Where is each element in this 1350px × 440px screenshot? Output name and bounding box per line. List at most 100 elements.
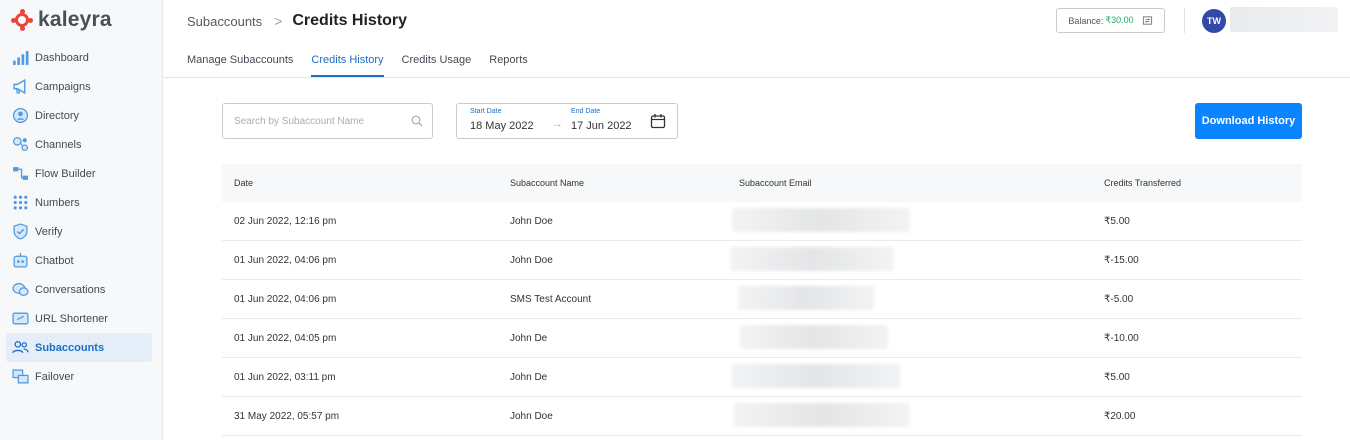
start-date-label: Start Date [470, 108, 502, 115]
sidebar-item-campaigns[interactable]: Campaigns [6, 72, 152, 101]
cell-name: John Doe [510, 255, 553, 266]
flow-icon [12, 165, 29, 182]
sidebar-item-flow-builder[interactable]: Flow Builder [6, 159, 152, 188]
download-history-button[interactable]: Download History [1195, 103, 1302, 139]
numbers-grid-icon [12, 194, 29, 211]
sidebar-item-numbers[interactable]: Numbers [6, 188, 152, 217]
sidebar-nav: Dashboard Campaigns Directory Channels F… [6, 43, 152, 391]
user-name-redacted[interactable] [1230, 7, 1338, 32]
logo-text: kaleyra [38, 8, 112, 31]
sidebar-item-directory[interactable]: Directory [6, 101, 152, 130]
credits-history-table: Date Subaccount Name Subaccount Email Cr… [222, 164, 1302, 436]
start-date-value[interactable]: 18 May 2022 [470, 120, 534, 132]
sidebar-item-label: Failover [35, 370, 75, 383]
cell-credits: ₹5.00 [1104, 372, 1130, 383]
cell-date: 01 Jun 2022, 04:05 pm [234, 333, 337, 344]
date-range-picker[interactable]: Start Date 18 May 2022 → End Date 17 Jun… [456, 103, 678, 139]
cell-credits: ₹-15.00 [1104, 255, 1139, 266]
arrow-right-icon: → [552, 118, 563, 130]
tab-credits-history[interactable]: Credits History [311, 52, 384, 78]
sidebar-item-url-shortener[interactable]: URL Shortener [6, 304, 152, 333]
cell-date: 01 Jun 2022, 04:06 pm [234, 255, 337, 266]
search-icon[interactable] [411, 115, 423, 127]
column-header-date[interactable]: Date [234, 178, 253, 188]
cell-name: SMS Test Account [510, 294, 591, 305]
breadcrumb-parent[interactable]: Subaccounts [187, 14, 262, 29]
table-row[interactable]: 01 Jun 2022, 03:11 pm John De ₹5.00 [222, 358, 1302, 397]
channels-icon [12, 136, 29, 153]
robot-icon [12, 252, 29, 269]
cell-date: 02 Jun 2022, 12:16 pm [234, 216, 337, 227]
calendar-icon[interactable] [650, 113, 666, 129]
table-row[interactable]: 02 Jun 2022, 12:16 pm John Doe ₹5.00 [222, 202, 1302, 241]
breadcrumb: Subaccounts > Credits History [187, 12, 407, 30]
sidebar-item-failover[interactable]: Failover [6, 362, 152, 391]
cell-email-redacted [734, 403, 910, 427]
sidebar: kaleyra Dashboard Campaigns Directory Ch… [0, 0, 163, 440]
cell-email-redacted [730, 247, 894, 271]
link-icon [12, 310, 29, 327]
column-header-name[interactable]: Subaccount Name [510, 178, 584, 188]
sidebar-item-verify[interactable]: Verify [6, 217, 152, 246]
column-header-email[interactable]: Subaccount Email [739, 178, 812, 188]
cell-date: 31 May 2022, 05:57 pm [234, 411, 340, 422]
balance-label: Balance: [1068, 15, 1104, 26]
end-date-value[interactable]: 17 Jun 2022 [571, 120, 632, 132]
search-input[interactable] [234, 104, 404, 138]
cell-credits: ₹5.00 [1104, 216, 1130, 227]
avatar[interactable]: TW [1202, 9, 1226, 33]
sidebar-item-conversations[interactable]: Conversations [6, 275, 152, 304]
sidebar-item-label: Dashboard [35, 51, 89, 64]
cell-name: John De [510, 333, 548, 344]
cell-credits: ₹20.00 [1104, 411, 1136, 422]
cell-date: 01 Jun 2022, 04:06 pm [234, 294, 337, 305]
cell-name: John Doe [510, 216, 553, 227]
cell-date: 01 Jun 2022, 03:11 pm [234, 372, 336, 383]
sidebar-item-label: Conversations [35, 283, 106, 296]
sidebar-item-label: Subaccounts [35, 341, 105, 354]
users-icon [12, 339, 29, 356]
table-row[interactable]: 01 Jun 2022, 04:05 pm John De ₹-10.00 [222, 319, 1302, 358]
refresh-icon[interactable] [1142, 15, 1153, 26]
header-divider [1184, 8, 1185, 33]
shield-check-icon [12, 223, 29, 240]
sidebar-item-label: Flow Builder [35, 167, 96, 180]
balance-button[interactable]: Balance: ₹30.00 [1056, 8, 1165, 33]
balance-amount: ₹30.00 [1105, 15, 1134, 25]
sidebar-item-channels[interactable]: Channels [6, 130, 152, 159]
tab-manage-subaccounts[interactable]: Manage Subaccounts [187, 52, 293, 78]
table-header: Date Subaccount Name Subaccount Email Cr… [222, 164, 1302, 202]
tab-credits-usage[interactable]: Credits Usage [402, 52, 472, 78]
bar-chart-icon [12, 49, 29, 66]
table-row[interactable]: 31 May 2022, 05:57 pm John Doe ₹20.00 [222, 397, 1302, 436]
sidebar-item-label: Verify [35, 225, 63, 238]
sidebar-item-dashboard[interactable]: Dashboard [6, 43, 152, 72]
megaphone-icon [12, 78, 29, 95]
cell-name: John Doe [510, 411, 553, 422]
cell-email-redacted [732, 208, 910, 232]
failover-icon [12, 368, 29, 385]
sidebar-item-label: Chatbot [35, 254, 74, 267]
contact-icon [12, 107, 29, 124]
chevron-right-icon: > [274, 13, 283, 29]
table-row[interactable]: 01 Jun 2022, 04:06 pm John Doe ₹-15.00 [222, 241, 1302, 280]
search-box [222, 103, 433, 139]
page-title: Credits History [292, 12, 408, 29]
sidebar-item-label: Numbers [35, 196, 80, 209]
kaleyra-logo[interactable]: kaleyra [11, 8, 112, 32]
sidebar-item-label: Channels [35, 138, 82, 151]
tab-bar: Manage Subaccounts Credits History Credi… [187, 52, 546, 78]
sidebar-item-label: Campaigns [35, 80, 91, 93]
cell-name: John De [510, 372, 548, 383]
sidebar-item-chatbot[interactable]: Chatbot [6, 246, 152, 275]
chat-bubbles-icon [12, 281, 29, 298]
tab-reports[interactable]: Reports [489, 52, 528, 78]
sidebar-item-subaccounts[interactable]: Subaccounts [6, 333, 152, 362]
sidebar-item-label: Directory [35, 109, 80, 122]
tabs-divider [163, 77, 1350, 78]
column-header-credits[interactable]: Credits Transferred [1104, 178, 1181, 188]
table-row[interactable]: 01 Jun 2022, 04:06 pm SMS Test Account ₹… [222, 280, 1302, 319]
end-date-label: End Date [571, 108, 601, 115]
logo-mark-icon [11, 9, 33, 31]
cell-email-redacted [740, 325, 888, 349]
